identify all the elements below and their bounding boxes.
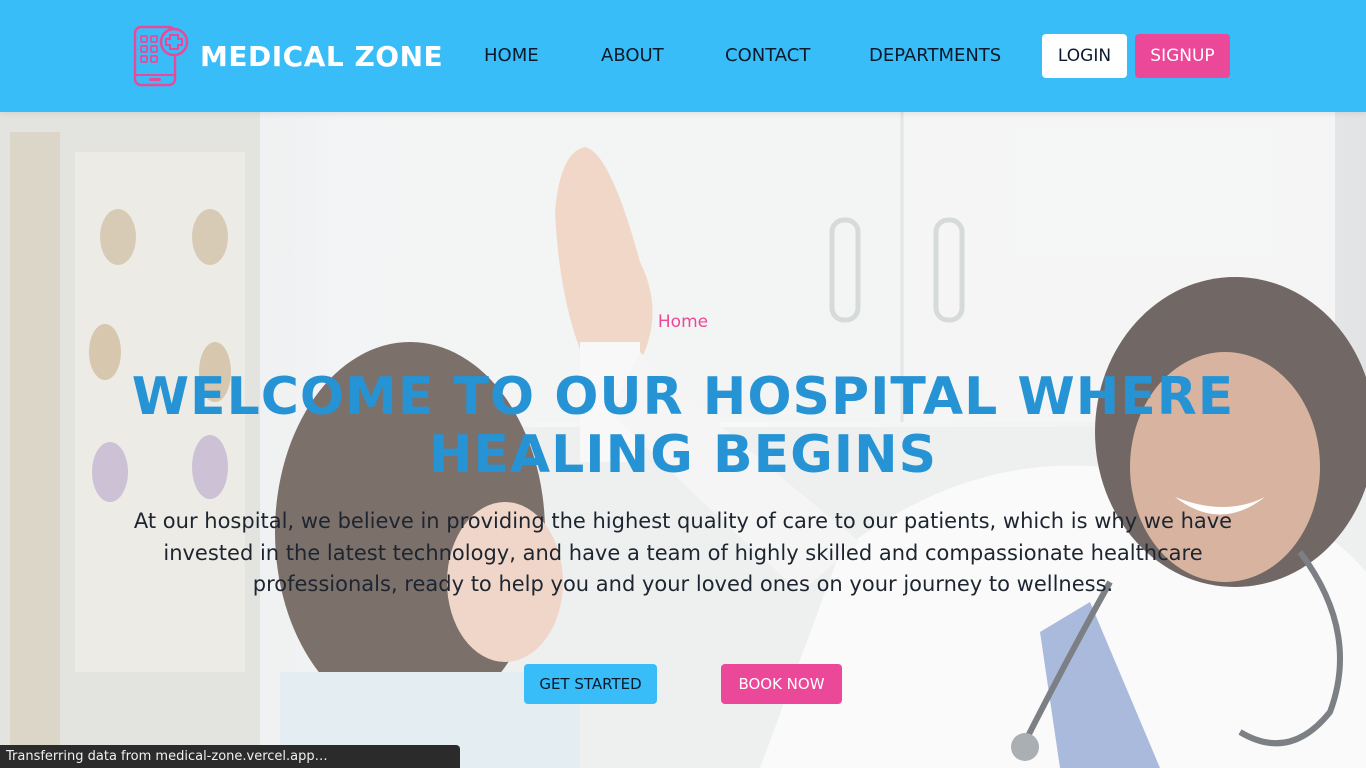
brand-logo-link[interactable]: MEDICAL ZONE [132,24,443,88]
navbar: MEDICAL ZONE HOME ABOUT CONTACT DEPARTME… [0,0,1366,112]
hero-title: WELCOME TO OUR HOSPITAL WHERE HEALING BE… [131,367,1235,485]
hero-section: Home WELCOME TO OUR HOSPITAL WHERE HEALI… [0,112,1366,768]
nav-link-contact[interactable]: CONTACT [725,45,810,67]
medical-phone-icon [133,25,189,87]
nav-link-home[interactable]: HOME [484,45,539,67]
nav-link-departments[interactable]: DEPARTMENTS [869,45,1001,67]
nav-link-about[interactable]: ABOUT [601,45,664,67]
breadcrumb[interactable]: Home [0,312,1366,332]
login-button[interactable]: LOGIN [1042,34,1127,78]
browser-status-bar: Transferring data from medical-zone.verc… [0,745,460,768]
get-started-button[interactable]: GET STARTED [524,664,657,704]
book-now-button[interactable]: BOOK NOW [721,664,842,704]
signup-button[interactable]: SIGNUP [1135,34,1230,78]
hero-description: At our hospital, we believe in providing… [133,509,1233,596]
brand-name: MEDICAL ZONE [200,39,444,73]
